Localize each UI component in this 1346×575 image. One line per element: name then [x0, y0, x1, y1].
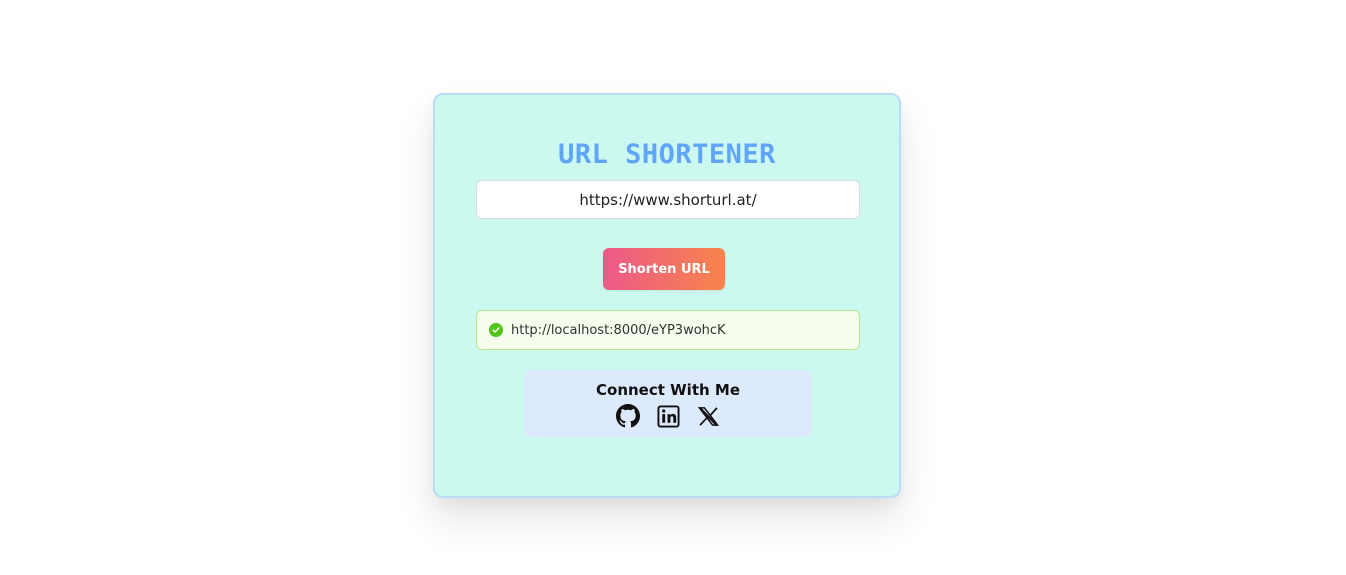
github-icon[interactable] — [616, 404, 640, 428]
x-twitter-icon[interactable] — [696, 404, 720, 428]
short-url-link[interactable]: http://localhost:8000/eYP3wohcK — [511, 323, 726, 338]
url-shortener-card: URL SHORTENER Shorten URL http://localho… — [433, 93, 901, 498]
url-input[interactable] — [476, 180, 860, 219]
check-circle-icon — [489, 323, 503, 337]
result-alert: http://localhost:8000/eYP3wohcK — [476, 310, 860, 350]
social-links — [524, 404, 812, 428]
connect-title: Connect With Me — [596, 381, 740, 399]
shorten-url-button[interactable]: Shorten URL — [603, 248, 725, 290]
linkedin-icon[interactable] — [656, 404, 680, 428]
app-title: URL SHORTENER — [558, 139, 776, 170]
connect-panel: Connect With Me — [524, 370, 812, 437]
